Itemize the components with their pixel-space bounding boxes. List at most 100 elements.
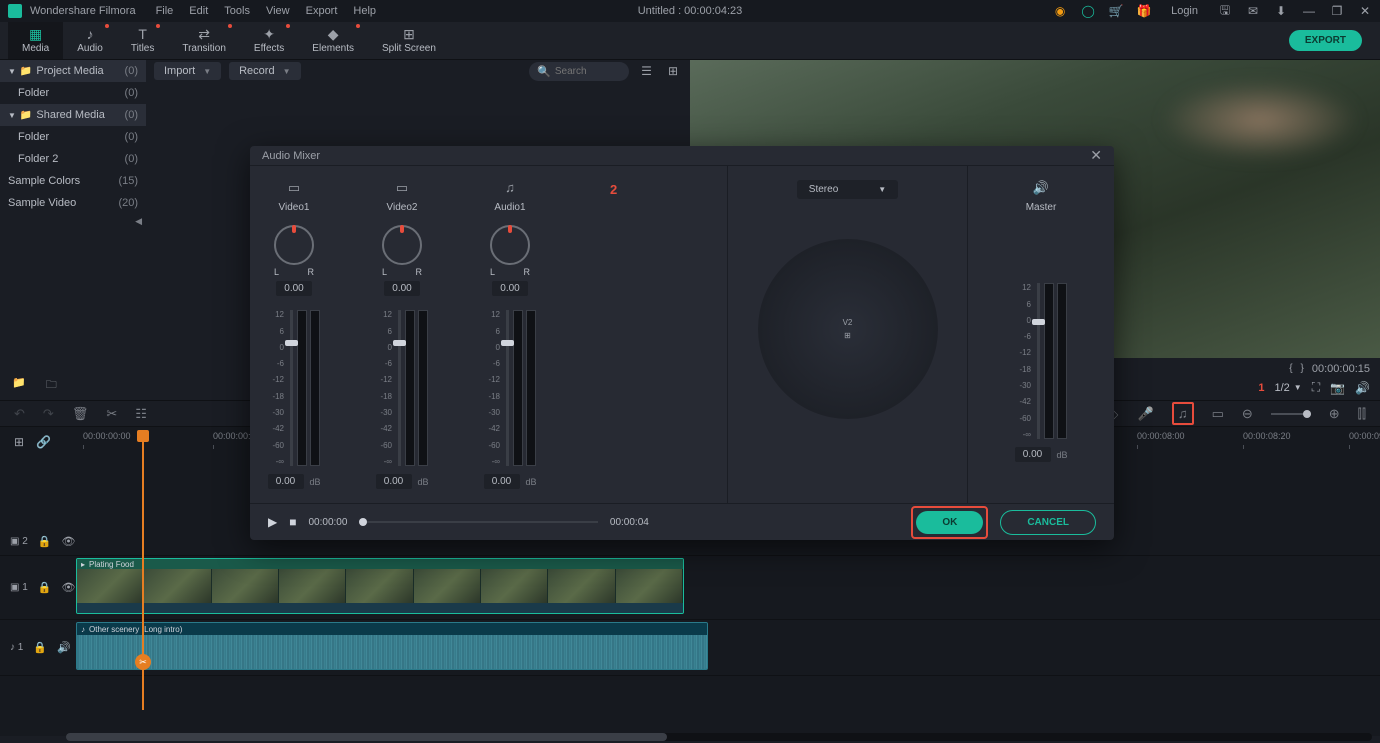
zoom-in-icon[interactable]: ⊕: [1329, 406, 1340, 422]
audio-mixer-icon[interactable]: ♫: [1172, 402, 1194, 425]
gift-icon[interactable]: 🎁: [1137, 4, 1151, 18]
zoom-slider[interactable]: [1271, 413, 1311, 415]
volume-fader[interactable]: [398, 310, 401, 466]
visibility-icon[interactable]: 👁: [62, 535, 76, 548]
audio-clip[interactable]: ♪Other scenery (Long intro): [76, 622, 708, 670]
menu-export[interactable]: Export: [298, 5, 346, 17]
mark-out-icon[interactable]: }: [1301, 363, 1304, 374]
mail-icon[interactable]: ✉: [1246, 4, 1260, 18]
tab-titles[interactable]: TTitles: [117, 22, 169, 59]
redo-icon[interactable]: ↷: [43, 406, 54, 422]
menu-tools[interactable]: Tools: [216, 5, 258, 17]
db-value[interactable]: 0.00: [376, 474, 412, 489]
zoom-out-icon[interactable]: ⊖: [1242, 406, 1253, 422]
grid-view-icon[interactable]: ⊞: [664, 64, 682, 78]
minimize-icon[interactable]: —: [1302, 4, 1316, 18]
db-value[interactable]: 0.00: [484, 474, 520, 489]
undo-icon[interactable]: ↶: [14, 406, 25, 422]
pan-knob[interactable]: [274, 225, 314, 265]
pan-value[interactable]: 0.00: [276, 281, 312, 296]
pan-knob[interactable]: [382, 225, 422, 265]
import-dropdown[interactable]: Import▼: [154, 62, 221, 80]
premium-icon[interactable]: ◉: [1053, 4, 1067, 18]
mixer-current-time: 00:00:00: [308, 517, 347, 528]
voiceover-icon[interactable]: 🎤: [1138, 406, 1154, 422]
volume-icon[interactable]: 🔊: [1355, 381, 1370, 395]
playhead[interactable]: ✂: [142, 430, 144, 710]
dialog-close-icon[interactable]: ✕: [1090, 147, 1102, 164]
tab-media[interactable]: ▦Media: [8, 22, 63, 59]
channel-name: Video1: [279, 202, 310, 213]
play-icon[interactable]: ▶: [268, 515, 277, 529]
visibility-icon[interactable]: 👁: [62, 581, 76, 594]
tab-effects[interactable]: ✦Effects: [240, 22, 298, 59]
mixer-seek-bar[interactable]: [359, 521, 597, 523]
link-icon[interactable]: 🔗: [36, 435, 51, 449]
cut-icon[interactable]: ✂: [106, 406, 117, 422]
audio-mode-dropdown[interactable]: Stereo▼: [797, 180, 898, 199]
timeline-scrollbar[interactable]: [66, 733, 1372, 736]
volume-fader[interactable]: [290, 310, 293, 466]
record-dropdown[interactable]: Record▼: [229, 62, 300, 80]
cart-icon[interactable]: 🛒: [1109, 4, 1123, 18]
mute-icon[interactable]: 🔊: [57, 641, 71, 654]
db-value[interactable]: 0.00: [268, 474, 304, 489]
surround-pad[interactable]: V2⊞: [758, 239, 938, 419]
download-icon[interactable]: ⬇: [1274, 4, 1288, 18]
new-folder-icon[interactable]: 📁: [12, 376, 26, 395]
tab-transition[interactable]: ⇄Transition: [168, 22, 240, 59]
save-icon[interactable]: 🖫: [1218, 4, 1232, 18]
zoom-fit-icon[interactable]: ⫿⫿: [1358, 406, 1366, 422]
menu-edit[interactable]: Edit: [181, 5, 216, 17]
master-fader[interactable]: [1037, 283, 1040, 439]
menu-file[interactable]: File: [148, 5, 182, 17]
snapshot-icon[interactable]: 📷: [1330, 381, 1345, 395]
sidebar-item-folder[interactable]: Folder(0): [0, 82, 146, 104]
tab-audio[interactable]: ♪Audio: [63, 22, 117, 59]
channel-name: Audio1: [494, 202, 525, 213]
sidebar-item-sample-video[interactable]: Sample Video(20): [0, 192, 146, 214]
cancel-button[interactable]: CANCEL: [1000, 510, 1096, 535]
support-icon[interactable]: ◯: [1081, 4, 1095, 18]
pan-value[interactable]: 0.00: [492, 281, 528, 296]
new-bin-icon[interactable]: 🗀: [46, 376, 57, 395]
sidebar-item-folder[interactable]: Folder(0): [0, 126, 146, 148]
sidebar-item-sample-colors[interactable]: Sample Colors(15): [0, 170, 146, 192]
lock-icon[interactable]: 🔒: [38, 535, 52, 548]
chevron-down-icon: ▼: [8, 67, 16, 76]
sidebar-project-media[interactable]: ▼ 📁 Project Media (0): [0, 60, 146, 82]
lock-icon[interactable]: 🔒: [33, 641, 47, 654]
menu-view[interactable]: View: [258, 5, 298, 17]
lock-icon[interactable]: 🔒: [38, 581, 52, 594]
volume-fader[interactable]: [506, 310, 509, 466]
zoom-dropdown[interactable]: 1/2▼: [1274, 382, 1301, 394]
sidebar-collapse-handle[interactable]: ◀: [0, 214, 146, 228]
render-icon[interactable]: ▭: [1212, 406, 1224, 422]
close-window-icon[interactable]: ✕: [1358, 4, 1372, 18]
master-db-value[interactable]: 0.00: [1015, 447, 1051, 462]
sidebar-item-folder2[interactable]: Folder 2(0): [0, 148, 146, 170]
level-meter: [513, 310, 523, 466]
sidebar-shared-media[interactable]: ▼ 📁 Shared Media (0): [0, 104, 146, 126]
search-box[interactable]: 🔍: [529, 62, 629, 81]
video-clip[interactable]: ▸Plating Food: [76, 558, 684, 614]
delete-icon[interactable]: 🗑: [72, 406, 89, 422]
ok-button[interactable]: OK: [916, 511, 983, 534]
maximize-icon[interactable]: ❐: [1330, 4, 1344, 18]
fullscreen-icon[interactable]: ⛶: [1312, 380, 1320, 395]
filter-icon[interactable]: ☰: [637, 64, 656, 78]
export-button[interactable]: EXPORT: [1289, 30, 1362, 51]
split-at-playhead-icon[interactable]: ✂: [135, 654, 151, 670]
settings-icon[interactable]: ☷: [135, 406, 147, 422]
tab-elements[interactable]: ◆Elements: [298, 22, 368, 59]
login-button[interactable]: Login: [1165, 5, 1204, 17]
tab-split-screen[interactable]: ⊞Split Screen: [368, 22, 450, 59]
clip-type-icon: ▸: [81, 560, 85, 569]
menu-help[interactable]: Help: [345, 5, 384, 17]
pan-knob[interactable]: [490, 225, 530, 265]
mark-in-icon[interactable]: {: [1289, 363, 1292, 374]
pan-value[interactable]: 0.00: [384, 281, 420, 296]
search-input[interactable]: [555, 66, 615, 77]
add-track-icon[interactable]: ⊞: [14, 435, 24, 449]
stop-icon[interactable]: ■: [289, 515, 296, 529]
